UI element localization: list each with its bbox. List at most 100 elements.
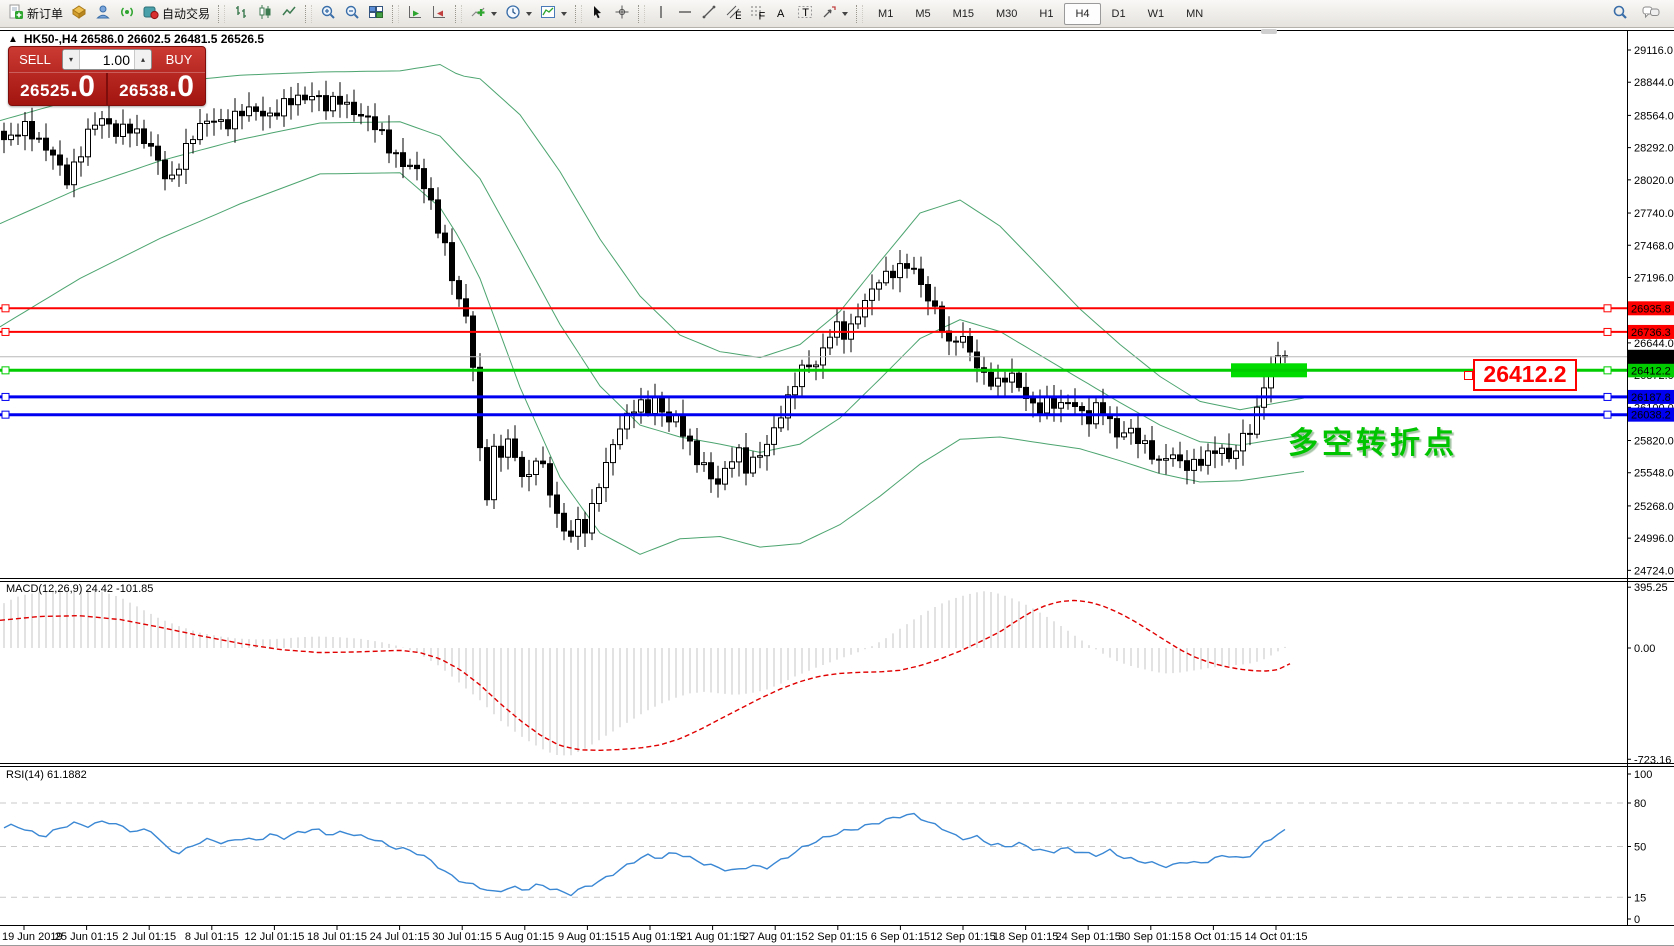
hline-handle[interactable] (1, 304, 10, 313)
svg-text:28564.0: 28564.0 (1634, 110, 1674, 122)
tf-d1-button[interactable]: D1 (1101, 3, 1137, 25)
volume-increase-button[interactable]: ▴ (134, 50, 151, 69)
toolbar-separator (856, 4, 864, 23)
hline-handle[interactable] (1603, 366, 1612, 375)
line-chart-button[interactable] (277, 3, 301, 25)
tf-h4-button[interactable]: H4 (1064, 2, 1101, 25)
hline-handle[interactable] (1, 327, 10, 336)
svg-text:28292.0: 28292.0 (1634, 143, 1674, 155)
tf-m15-button[interactable]: M15 (942, 3, 985, 25)
chart-canvas[interactable]: 29116.0 28844.0 28564.0 28292.0 28020.0 27740… (0, 28, 1674, 946)
cursor-button[interactable] (586, 3, 610, 25)
svg-text:0: 0 (1634, 914, 1640, 926)
vertical-line-button[interactable] (649, 3, 673, 25)
zoom-in-icon (320, 4, 336, 23)
svg-text:8 Oct 01:15: 8 Oct 01:15 (1185, 931, 1242, 943)
hline-handle[interactable] (1603, 304, 1612, 313)
toolbar-group: E F AT (649, 3, 852, 25)
chart-shift-button[interactable] (427, 3, 451, 25)
buy-button[interactable]: BUY (153, 47, 205, 72)
macd-signal-line (0, 599, 1291, 752)
tf-mn-button[interactable]: MN (1175, 3, 1214, 25)
text-button[interactable]: A (769, 3, 793, 25)
text-icon: A (773, 4, 789, 23)
horizontal-line-button[interactable] (673, 3, 697, 25)
svg-text:A: A (777, 8, 785, 20)
svg-text:80: 80 (1634, 798, 1646, 810)
chat-button[interactable] (1638, 3, 1664, 25)
svg-text:24 Sep 01:15: 24 Sep 01:15 (1055, 931, 1120, 943)
search-icon (1612, 4, 1628, 23)
svg-text:2 Sep 01:15: 2 Sep 01:15 (808, 931, 867, 943)
rsi-panel: 100 80 50 15 0 RSI(14) 61.1882 (0, 769, 1652, 926)
price-callout-anchor[interactable] (1464, 371, 1473, 380)
text-label-button[interactable]: T (793, 3, 817, 25)
axis-tag: 26526.5 (1628, 349, 1674, 364)
zoom-in-button[interactable] (316, 3, 340, 25)
hline-handle[interactable] (1603, 327, 1612, 336)
hline-handle[interactable] (1, 392, 10, 401)
axis-tag: 26187.8 (1628, 389, 1674, 404)
svg-text:25 Jun 01:15: 25 Jun 01:15 (55, 931, 119, 943)
arrows-button[interactable] (817, 3, 852, 25)
one-click-collapse-icon[interactable]: ▲ (8, 34, 18, 45)
svg-text:F: F (759, 11, 766, 21)
tf-m5-button[interactable]: M5 (904, 3, 941, 25)
auto-scroll-icon (407, 4, 423, 23)
svg-text:26412.2: 26412.2 (1631, 365, 1671, 377)
search-button[interactable] (1608, 3, 1632, 25)
toolbar-separator (305, 4, 313, 23)
auto-scroll-button[interactable] (403, 3, 427, 25)
hline-handle[interactable] (1, 410, 10, 419)
indicators-button[interactable] (466, 3, 501, 25)
tf-m30-button[interactable]: M30 (985, 3, 1028, 25)
candlestick-chart-button[interactable] (253, 3, 277, 25)
axis-tag: 26736.3 (1628, 324, 1674, 339)
sell-price-decimal: .0 (69, 70, 95, 103)
sell-button[interactable]: SELL (9, 47, 61, 72)
tf-h1-button[interactable]: H1 (1028, 3, 1064, 25)
hline-handle[interactable] (1603, 392, 1612, 401)
rsi-label: RSI(14) 61.1882 (6, 769, 87, 781)
svg-text:26038.2: 26038.2 (1631, 410, 1671, 422)
fibonacci-button[interactable]: F (745, 3, 769, 25)
auto-trading-button[interactable]: 自动交易 (139, 3, 214, 25)
volume-control: ▾ ▴ (62, 49, 152, 70)
one-click-trading-panel: SELL ▾ ▴ BUY 26525.0 26538.0 (8, 46, 206, 106)
tf-m1-button[interactable]: M1 (867, 3, 904, 25)
equidistant-channel-button[interactable]: E (721, 3, 745, 25)
periods-button[interactable] (501, 3, 536, 25)
zoom-out-button[interactable] (340, 3, 364, 25)
bar-chart-button[interactable] (229, 3, 253, 25)
tf-w1-button[interactable]: W1 (1137, 3, 1176, 25)
trendline-button[interactable] (697, 3, 721, 25)
svg-text:E: E (735, 10, 741, 20)
svg-text:395.25: 395.25 (1634, 582, 1668, 594)
toolbar-group (403, 3, 451, 25)
crosshair-button[interactable] (610, 3, 634, 25)
templates-button[interactable] (536, 3, 571, 25)
chart-area: 29116.0 28844.0 28564.0 28292.0 28020.0 27740… (0, 28, 1674, 946)
tile-windows-button[interactable] (364, 3, 388, 25)
trendline-icon (701, 4, 717, 23)
strategy-signal-button[interactable] (115, 3, 139, 25)
toolbar-separator (455, 4, 463, 23)
turning-point-label[interactable]: 多空转折点 (1288, 418, 1458, 462)
price-callout-box[interactable]: 26412.2 (1473, 359, 1577, 391)
macd-panel: 395.25 0.00 -723.16 MACD(12,26,9) 24.42 -10… (0, 582, 1671, 766)
chart-title-text: HK50-,H4 26586.0 26602.5 26481.5 26526.5 (23, 32, 265, 46)
new-order-button[interactable]: 新订单 (4, 3, 67, 25)
hline-handle[interactable] (1603, 410, 1612, 419)
volume-decrease-button[interactable]: ▾ (63, 50, 80, 69)
svg-text:19 Jun 2019: 19 Jun 2019 (2, 931, 63, 943)
sell-price[interactable]: 26525.0 (9, 70, 108, 106)
hline-handle[interactable] (1, 366, 10, 375)
axis-tag: 26935.8 (1628, 301, 1674, 316)
window-splitter-handle[interactable] (1261, 29, 1277, 34)
buy-price[interactable]: 26538.0 (108, 72, 205, 106)
data-window-button[interactable] (91, 3, 115, 25)
market-watch-button[interactable] (67, 3, 91, 25)
chart-shift-icon (431, 4, 447, 23)
arrows-icon (821, 4, 837, 23)
volume-input[interactable] (80, 51, 134, 68)
